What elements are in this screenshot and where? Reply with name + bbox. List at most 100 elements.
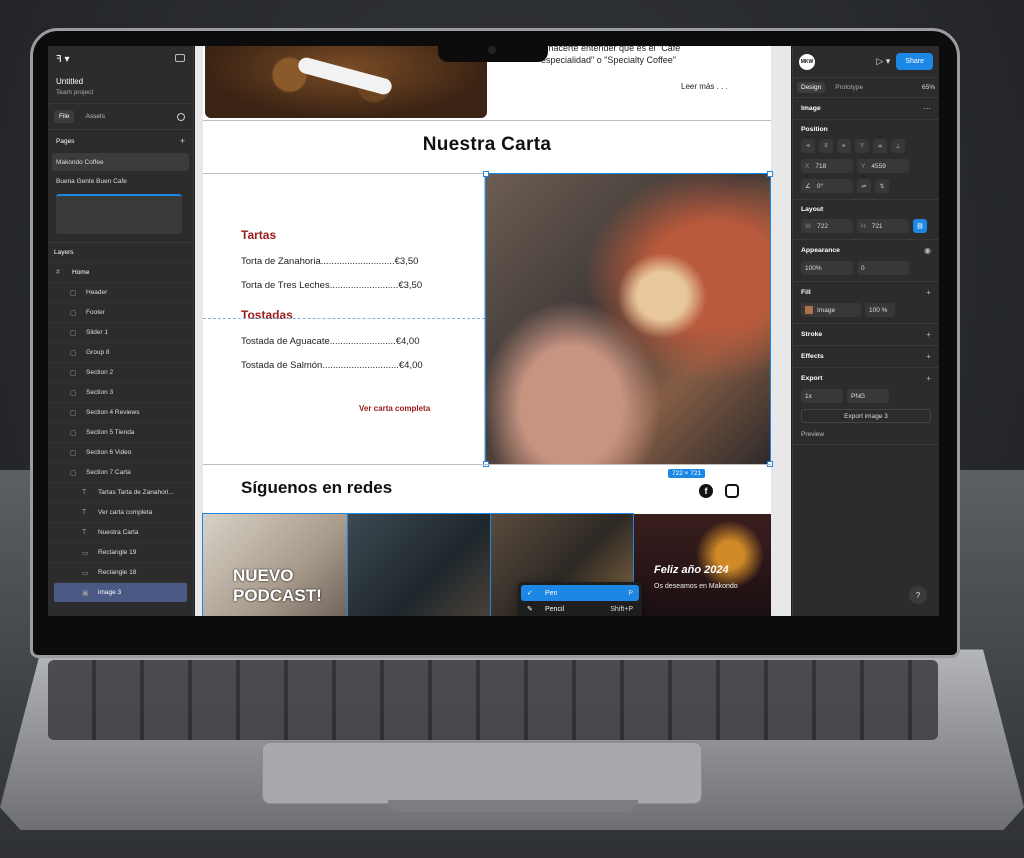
- height-field[interactable]: H 721: [857, 219, 909, 233]
- flip-vertical-icon[interactable]: ⇅: [875, 179, 889, 193]
- search-icon[interactable]: [177, 113, 185, 121]
- layer-item[interactable]: ▢ Slider 1: [48, 322, 193, 342]
- layer-item[interactable]: ▢ Section 3: [48, 382, 193, 402]
- layer-item[interactable]: # Home: [48, 262, 193, 282]
- layer-item[interactable]: ▣ image 3: [54, 582, 187, 602]
- layer-item[interactable]: ▢ Header: [48, 282, 193, 302]
- export-button[interactable]: Export image 3: [801, 409, 931, 423]
- help-icon[interactable]: ?: [909, 586, 927, 604]
- align-middle-icon[interactable]: ≑: [873, 139, 887, 153]
- add-export-icon[interactable]: +: [926, 374, 931, 383]
- felix-subtext: Os deseamos en Makondo: [654, 583, 738, 590]
- layer-item[interactable]: ▢ Section 6 Video: [48, 442, 193, 462]
- layer-item[interactable]: ▭ Rectangle 18: [48, 562, 193, 582]
- add-stroke-icon[interactable]: +: [926, 330, 931, 339]
- menu-item-pen[interactable]: ✓ Pen P: [521, 585, 639, 601]
- layer-item[interactable]: T Nuestra Carta: [48, 522, 193, 542]
- effects-label: Effects: [801, 353, 824, 360]
- tab-design[interactable]: Design: [797, 82, 826, 93]
- layer-item[interactable]: T Tartas Tarta de Zanahori...: [48, 482, 193, 502]
- instagram-icon[interactable]: [725, 484, 739, 498]
- layout-label: Layout: [801, 206, 824, 213]
- layout-guide: [203, 318, 485, 319]
- menu-item[interactable]: Torta de Zanahoria......................…: [241, 256, 418, 267]
- social-post-image[interactable]: [347, 513, 491, 616]
- carta-title[interactable]: Nuestra Carta: [203, 134, 771, 156]
- add-page-icon[interactable]: +: [180, 136, 185, 146]
- zoom-level[interactable]: 65%: [922, 84, 935, 91]
- layers-label: Layers: [48, 242, 193, 262]
- layer-item[interactable]: ▭ Rectangle 19: [48, 542, 193, 562]
- tab-file[interactable]: File: [54, 110, 75, 123]
- layer-item[interactable]: ▢ Section 7 Carta: [48, 462, 193, 482]
- flip-icon[interactable]: ⇌: [857, 179, 871, 193]
- opacity-field[interactable]: 100%: [801, 261, 853, 275]
- menu-item[interactable]: Tostada de Salmón.......................…: [241, 360, 423, 371]
- canvas[interactable]: a hacerte entender que es el "Cafe espec…: [195, 46, 791, 616]
- align-right-icon[interactable]: ⫸: [837, 139, 851, 153]
- y-field[interactable]: Y 4559: [857, 159, 909, 173]
- layer-type-icon: ▢: [70, 429, 77, 437]
- ver-carta-link[interactable]: Ver carta completa: [359, 404, 430, 413]
- layer-label: Section 2: [86, 369, 114, 376]
- intro-text[interactable]: a hacerte entender que es el "Cafe espec…: [541, 46, 781, 66]
- tab-assets[interactable]: Assets: [80, 110, 110, 123]
- add-effect-icon[interactable]: +: [926, 352, 931, 361]
- layer-label: Group 8: [86, 349, 110, 356]
- add-fill-icon[interactable]: +: [926, 288, 931, 297]
- menu-column[interactable]: Tartas Torta de Zanahoria...............…: [203, 174, 485, 464]
- width-field[interactable]: W 722: [801, 219, 853, 233]
- layer-item[interactable]: ▢ Section 2: [48, 362, 193, 382]
- menu-item[interactable]: Torta de Tres Leches....................…: [241, 280, 422, 291]
- share-button[interactable]: Share: [896, 53, 933, 70]
- eye-icon[interactable]: ◉: [924, 246, 931, 255]
- leer-mas-link[interactable]: Leer más . . .: [681, 82, 728, 91]
- podcast-text: NUEVO PODCAST!: [233, 566, 322, 605]
- avatar[interactable]: MKW: [799, 53, 815, 70]
- menu-item[interactable]: Tostada de Aguacate.....................…: [241, 336, 420, 347]
- export-format-select[interactable]: PNG: [847, 389, 889, 403]
- layer-item[interactable]: ▢ Section 5 Tienda: [48, 422, 193, 442]
- page-item[interactable]: Makondo Coffee: [52, 153, 189, 171]
- export-scale-select[interactable]: 1x: [801, 389, 843, 403]
- more-options-icon[interactable]: ⋯: [923, 104, 931, 113]
- present-icon[interactable]: ▷ ▾: [876, 56, 890, 67]
- x-field[interactable]: X 718: [801, 159, 853, 173]
- fill-opacity-field[interactable]: 100 %: [865, 303, 895, 317]
- align-bottom-icon[interactable]: ⊥: [891, 139, 905, 153]
- pen-label: Pen: [545, 589, 558, 597]
- layer-item[interactable]: ▢ Footer: [48, 302, 193, 322]
- layer-item[interactable]: ▢ Section 4 Reviews: [48, 402, 193, 422]
- w-label: W: [805, 222, 812, 230]
- tab-prototype[interactable]: Prototype: [831, 82, 867, 93]
- constrain-proportions-icon[interactable]: ⛓: [913, 219, 927, 233]
- layer-item[interactable]: ▢ Group 8: [48, 342, 193, 362]
- rotation-field[interactable]: ∠ 0°: [801, 179, 853, 193]
- layer-label: Header: [86, 289, 108, 296]
- page-item[interactable]: Buena Gente Buen Cafe: [52, 172, 189, 190]
- siguenos-heading[interactable]: Síguenos en redes: [241, 478, 392, 498]
- facebook-icon[interactable]: f: [699, 484, 713, 498]
- y-label: Y: [861, 162, 866, 170]
- tartas-heading[interactable]: Tartas: [241, 228, 276, 242]
- resize-handle[interactable]: [767, 171, 773, 177]
- design-frame[interactable]: a hacerte entender que es el "Cafe espec…: [202, 46, 773, 616]
- position-label: Position: [801, 126, 828, 133]
- layer-item[interactable]: T Ver carta completa: [48, 502, 193, 522]
- project-title[interactable]: Untitled: [56, 77, 185, 86]
- menu-item-pencil[interactable]: ✎ Pencil Shift+P: [521, 601, 639, 616]
- layer-label: Section 6 Video: [86, 449, 132, 456]
- corner-radius-field[interactable]: 0: [857, 261, 909, 275]
- selected-image-3[interactable]: [485, 173, 771, 465]
- rotation-icon: ∠: [805, 183, 811, 190]
- sidebar-toggle-icon[interactable]: [175, 54, 185, 62]
- tostadas-heading[interactable]: Tostadas: [241, 308, 293, 322]
- layer-type[interactable]: Image: [801, 105, 821, 112]
- resize-handle[interactable]: [483, 171, 489, 177]
- align-top-icon[interactable]: ⊤: [855, 139, 869, 153]
- figma-logo-icon[interactable]: ꟻ ▾: [56, 54, 70, 65]
- fill-type-field[interactable]: Image: [801, 303, 861, 317]
- align-center-icon[interactable]: ≡: [819, 139, 833, 153]
- preview-toggle[interactable]: Preview: [801, 431, 931, 438]
- align-left-icon[interactable]: ⫷: [801, 139, 815, 153]
